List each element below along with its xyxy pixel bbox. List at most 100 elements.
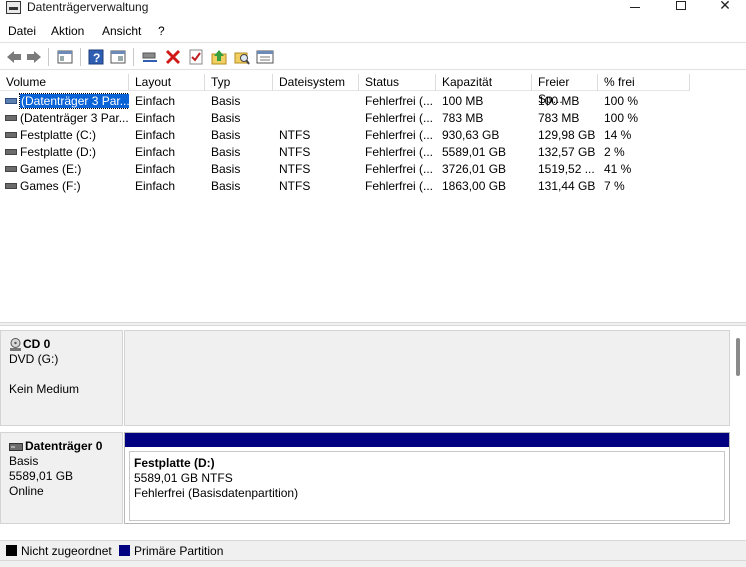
up-folder-button[interactable] (209, 47, 229, 67)
title-bar: Datenträgerverwaltung ✕ (0, 0, 746, 18)
cell-free-space: 129,98 GB (538, 128, 596, 142)
forward-button[interactable] (24, 47, 44, 67)
volume-row[interactable]: Games (E:) Einfach Basis NTFS Fehlerfrei… (0, 161, 640, 178)
back-button[interactable] (4, 47, 24, 67)
cell-type: Basis (211, 179, 241, 193)
cell-type: Basis (211, 128, 241, 142)
volume-row[interactable]: (Datenträger 3 Par... Einfach Basis Fehl… (0, 110, 640, 127)
volume-row[interactable]: Festplatte (C:) Einfach Basis NTFS Fehle… (0, 127, 640, 144)
primary-partition-bar (125, 433, 729, 447)
up-folder-icon (211, 50, 227, 65)
cell-type: Basis (211, 162, 241, 176)
cd0-label-panel[interactable]: CD 0 DVD (G:) Kein Medium (0, 330, 123, 426)
cell-layout: Einfach (135, 111, 176, 125)
minimize-button[interactable] (612, 0, 658, 18)
legend-unallocated-label: Nicht zugeordnet (21, 544, 112, 558)
toolbar-separator (48, 48, 49, 66)
back-arrow-icon (7, 51, 21, 63)
column-header-volume[interactable]: Volume (0, 74, 129, 91)
cd0-media-status: Kein Medium (9, 382, 80, 396)
cell-capacity: 100 MB (442, 94, 484, 108)
close-icon: ✕ (719, 0, 731, 13)
console-tree-button[interactable] (55, 47, 75, 67)
cell-percent-free: 41 % (604, 162, 632, 176)
cell-filesystem (273, 110, 359, 127)
column-header-status[interactable]: Status (359, 74, 436, 91)
check-button[interactable] (186, 47, 206, 67)
help-icon: ? (88, 49, 104, 65)
cell-status: Fehlerfrei (... (365, 111, 434, 125)
cell-capacity: 5589,01 GB (442, 145, 507, 159)
delete-button[interactable] (163, 47, 183, 67)
toolbar-separator (80, 48, 81, 66)
help-button[interactable]: ? (86, 47, 106, 67)
column-header-filesystem[interactable]: Dateisystem (273, 74, 359, 91)
console-view-button[interactable] (255, 47, 275, 67)
cell-status: Fehlerfrei (... (365, 179, 434, 193)
delete-icon (165, 49, 181, 65)
cell-volume: Games (F:) (20, 179, 81, 193)
cd0-name: CD 0 (23, 337, 51, 351)
connect-icon (142, 52, 157, 62)
cell-percent-free: 14 % (604, 128, 632, 142)
cell-status: Fehlerfrei (... (365, 94, 434, 108)
volume-row[interactable]: (Datenträger 3 Par... Einfach Basis Fehl… (0, 93, 640, 110)
close-button[interactable]: ✕ (702, 0, 746, 18)
cd0-drive: DVD (G:) (9, 352, 59, 366)
volume-row[interactable]: Games (F:) Einfach Basis NTFS Fehlerfrei… (0, 178, 640, 195)
menu-file[interactable]: Datei (8, 24, 36, 38)
unallocated-swatch (6, 545, 17, 556)
disk-management-app-icon (6, 1, 21, 14)
cell-volume: (Datenträger 3 Par... (0, 93, 129, 110)
cell-type: Basis (211, 145, 241, 159)
cell-percent-free: 2 % (604, 145, 625, 159)
column-header-percent-free[interactable]: % frei (598, 74, 690, 91)
toolbar: ? (0, 42, 746, 70)
toolbar-separator (133, 48, 134, 66)
menu-bar: Datei Aktion Ansicht ? (0, 20, 746, 42)
cell-percent-free: 7 % (604, 179, 625, 193)
cell-volume: Festplatte (D:) (20, 145, 97, 159)
cell-capacity: 3726,01 GB (442, 162, 507, 176)
column-header-type[interactable]: Typ (205, 74, 273, 91)
column-header-capacity[interactable]: Kapazität (436, 74, 532, 91)
partition-name: Festplatte (D:) (134, 456, 215, 470)
search-folder-button[interactable] (232, 47, 252, 67)
cell-free-space: 783 MB (538, 111, 580, 125)
cell-status: Fehlerfrei (... (365, 145, 434, 159)
window-title: Datenträgerverwaltung (27, 0, 149, 14)
svg-text:?: ? (93, 51, 100, 65)
properties-button[interactable] (108, 47, 128, 67)
console-view-icon (256, 50, 274, 64)
disk0-name: Datenträger 0 (25, 439, 103, 453)
disk0-label-panel[interactable]: Datenträger 0 Basis 5589,01 GB Online (0, 432, 123, 524)
partition-d[interactable]: Festplatte (D:) 5589,01 GB NTFS Fehlerfr… (129, 451, 725, 521)
menu-action[interactable]: Aktion (51, 24, 84, 38)
maximize-button[interactable] (658, 0, 704, 18)
console-tree-icon (57, 50, 73, 64)
column-header-free-space[interactable]: Freier Sp... (532, 74, 598, 106)
connect-button[interactable] (140, 47, 160, 67)
volume-list-header: Volume Layout Typ Dateisystem Status Kap… (0, 74, 690, 106)
cd0-volume-area[interactable] (124, 330, 730, 426)
volume-row[interactable]: Festplatte (D:) Einfach Basis NTFS Fehle… (0, 144, 640, 161)
cell-status: Fehlerfrei (... (365, 162, 434, 176)
minimize-icon (630, 6, 640, 8)
cell-layout: Einfach (135, 162, 176, 176)
vertical-scrollbar[interactable] (736, 338, 740, 376)
check-icon (189, 49, 203, 65)
properties-icon (110, 50, 126, 64)
search-folder-icon (234, 52, 250, 65)
menu-view[interactable]: Ansicht (102, 24, 141, 38)
cell-status: Fehlerfrei (... (365, 128, 434, 142)
cell-filesystem: NTFS (279, 179, 311, 193)
menu-help[interactable]: ? (158, 24, 165, 38)
disk0-state: Online (9, 484, 44, 498)
cd-drive-icon (10, 338, 21, 351)
volume-list: Volume Layout Typ Dateisystem Status Kap… (0, 74, 746, 322)
cell-free-space: 100 MB (538, 94, 580, 108)
cell-free-space: 1519,52 ... (538, 162, 595, 176)
column-header-layout[interactable]: Layout (129, 74, 205, 91)
cell-layout: Einfach (135, 179, 176, 193)
cell-filesystem: NTFS (279, 128, 311, 142)
